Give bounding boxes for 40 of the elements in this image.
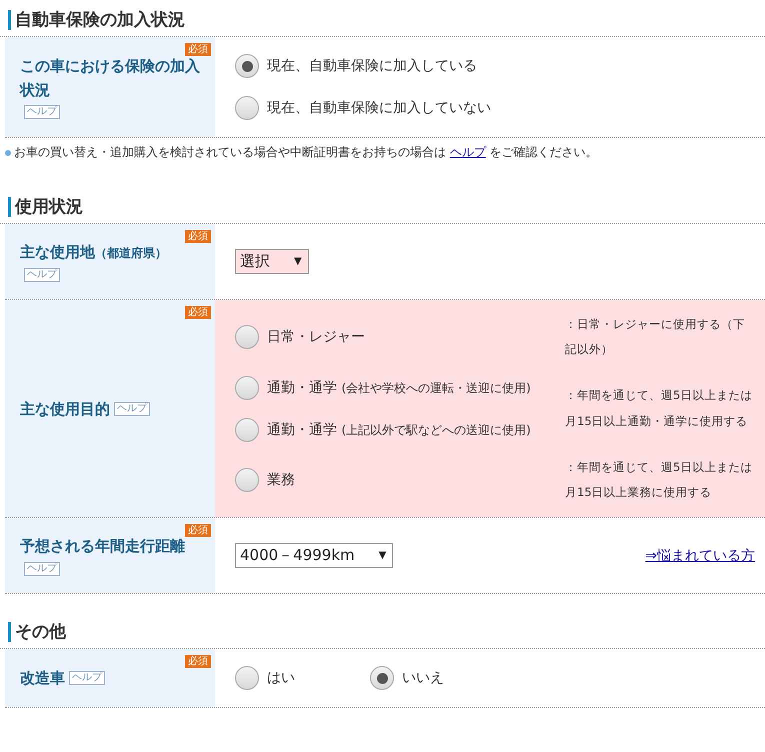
option-label[interactable]: 通勤・通学 (会社や学校への運転・送迎に使用) [267, 378, 531, 397]
field-label: 改造車 [20, 668, 65, 690]
note-text: お車の買い替え・追加購入を検討されている場合や中断証明書をお持ちの場合は ヘルプ をご確認ください。 [14, 144, 598, 161]
option-label[interactable]: いいえ [402, 669, 444, 688]
field-label: この車における保険の加入状況 [20, 56, 201, 100]
required-badge: 必須 [185, 655, 211, 668]
option-label[interactable]: 現在、自動車保険に加入していない [267, 99, 491, 117]
dropdown[interactable]: 4000－4999km ▼ [235, 543, 394, 568]
field-label: 主な使用目的 [20, 398, 110, 420]
bullet-icon [5, 150, 11, 156]
radio-button[interactable] [235, 54, 259, 78]
caret-icon: ▼ [294, 256, 302, 267]
section-heading: 使用状況 [15, 196, 83, 218]
option-description: ：年間を通じて、週5日以上または月15日以上通勤・通学に使用する [565, 387, 754, 430]
field-label: 予想される年間走行距離 [20, 536, 185, 558]
section-heading: その他 [15, 621, 66, 644]
option-label[interactable]: 業務 [267, 470, 295, 489]
radio-button[interactable] [235, 96, 259, 120]
caret-icon: ▼ [378, 550, 386, 562]
required-badge: 必須 [185, 43, 211, 56]
help-link[interactable]: ヘルプ [450, 145, 486, 159]
required-badge: 必須 [185, 524, 211, 538]
field-label: 主な使用地（都道府県） [20, 242, 167, 263]
option-description: ：年間を通じて、週5日以上または月15日以上業務に使用する [565, 458, 754, 501]
required-badge: 必須 [185, 230, 211, 243]
help-link[interactable]: ⇒悩まれている方 [645, 546, 755, 565]
dropdown[interactable]: 選択 ▼ [235, 249, 309, 274]
radio-button[interactable] [370, 666, 394, 690]
option-label[interactable]: 日常・レジャー [267, 328, 365, 346]
option-description: ：日常・レジャーに使用する（下記以外） [565, 316, 746, 358]
option-label[interactable]: 現在、自動車保険に加入している [267, 57, 477, 75]
required-badge: 必須 [185, 306, 211, 319]
section-heading: 自動車保険の加入状況 [15, 9, 185, 31]
radio-button[interactable] [235, 666, 259, 690]
option-label[interactable]: 通勤・通学 (上記以外で駅などへの送迎に使用) [267, 420, 531, 439]
radio-button[interactable] [235, 418, 259, 442]
radio-button[interactable] [235, 325, 259, 350]
radio-button[interactable] [235, 376, 259, 400]
radio-button[interactable] [235, 468, 259, 492]
option-label[interactable]: はい [267, 669, 295, 688]
